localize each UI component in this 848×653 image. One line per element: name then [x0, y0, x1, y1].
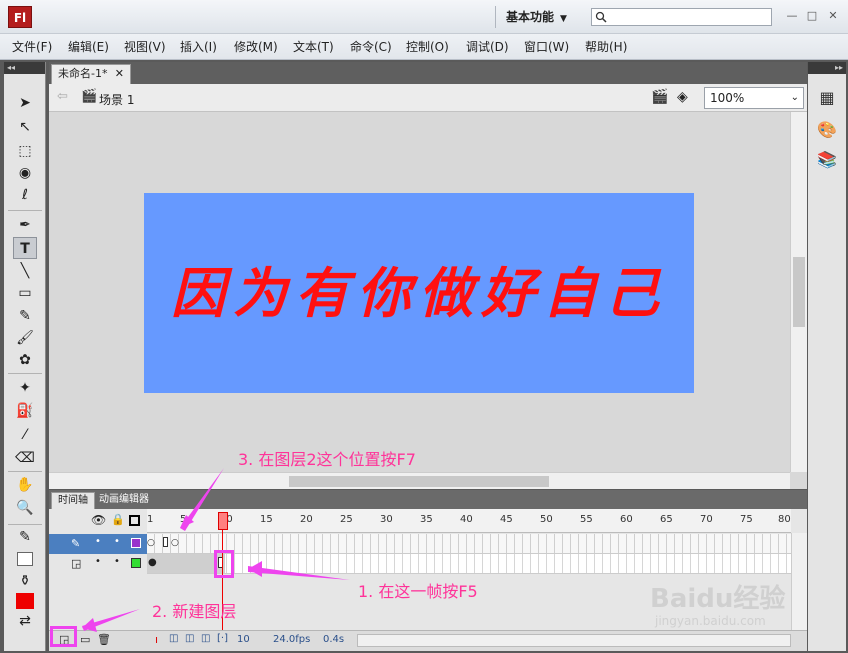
watermark-url: jingyan.baidu.com [655, 614, 766, 628]
watermark-logo: Baidu经验 [650, 584, 786, 614]
arrow-step1 [248, 566, 350, 580]
annotation-arrows [82, 468, 350, 632]
